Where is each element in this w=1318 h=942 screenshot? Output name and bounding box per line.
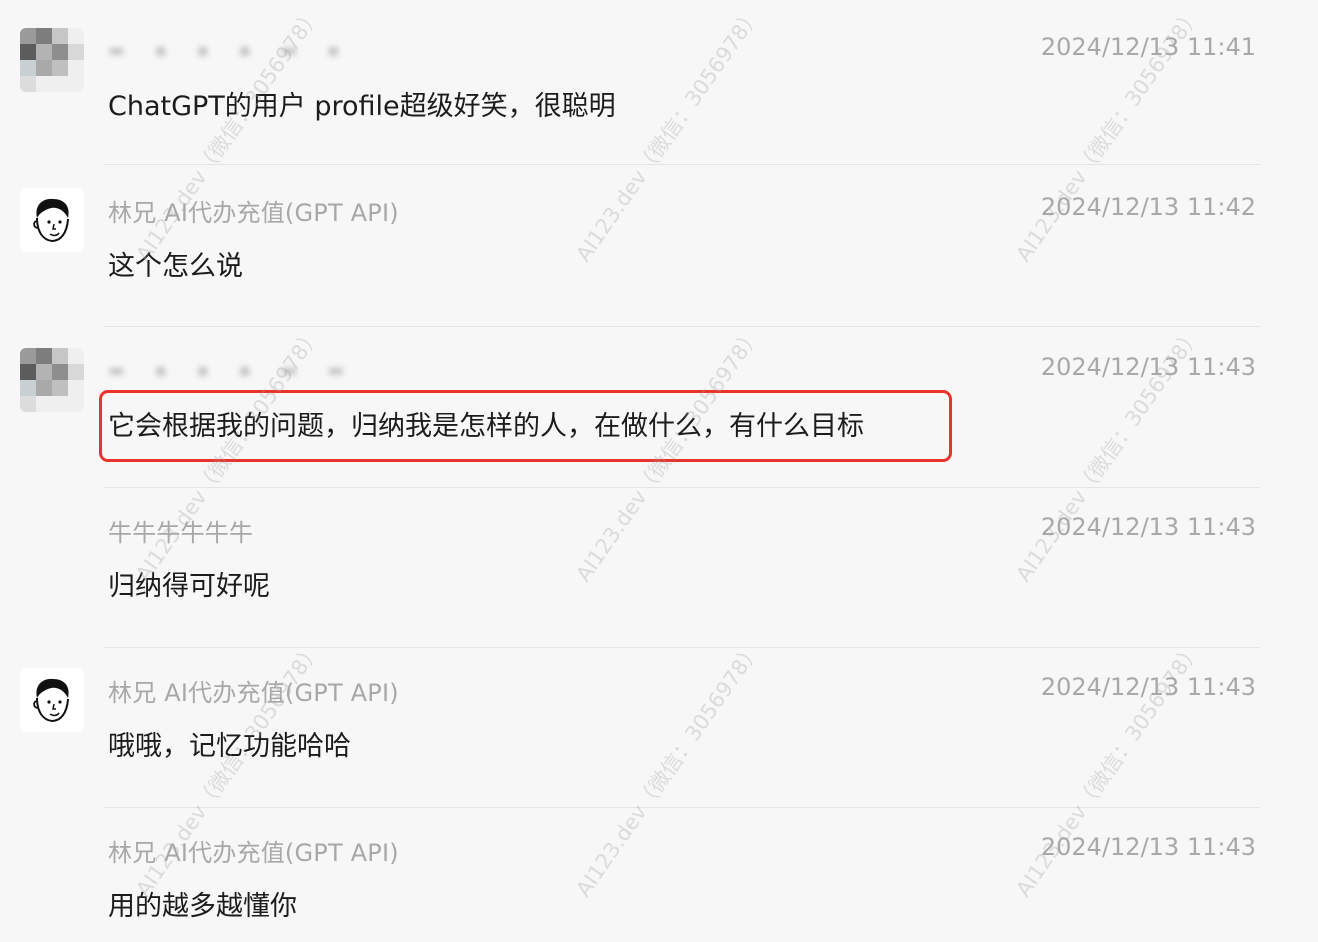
message-text[interactable]: ChatGPT的用户 profile超级好笑，很聪明 [108, 84, 616, 123]
avatar[interactable] [20, 348, 84, 412]
message-text[interactable]: 归纳得可好呢 [108, 564, 270, 603]
avatar[interactable] [20, 668, 84, 732]
sender-name: ▬ ▪ ▪ ▪ ▬ ▪ [108, 40, 352, 61]
chat-history: ▬ ▪ ▪ ▪ ▬ ▪ 2024/12/13 11:41 ChatGPT的用户 … [0, 0, 1318, 942]
cartoon-face-icon [33, 198, 69, 243]
message-text[interactable]: 它会根据我的问题，归纳我是怎样的人，在做什么，有什么目标 [108, 404, 864, 443]
avatar[interactable] [20, 188, 84, 252]
chat-message[interactable]: 牛牛牛牛牛牛 2024/12/13 11:43 归纳得可好呢 [0, 480, 1318, 640]
message-text[interactable]: 哦哦，记忆功能哈哈 [108, 724, 351, 763]
chat-message[interactable]: ▬ ▪ ▪ ▪ ▬ ▬ 2024/12/13 11:43 它会根据我的问题，归纳… [0, 320, 1318, 480]
avatar[interactable] [20, 28, 84, 92]
chat-message[interactable]: 林兄 AI代办充值(GPT API) 2024/12/13 11:42 这个怎么… [0, 160, 1318, 320]
message-text[interactable]: 用的越多越懂你 [108, 884, 297, 923]
chat-message[interactable]: 林兄 AI代办充值(GPT API) 2024/12/13 11:43 哦哦，记… [0, 640, 1318, 800]
sender-name: 林兄 AI代办充值(GPT API) [108, 839, 399, 867]
sender-name: 林兄 AI代办充值(GPT API) [108, 679, 399, 707]
chat-message[interactable]: 林兄 AI代办充值(GPT API) 2024/12/13 11:43 用的越多… [0, 800, 1318, 942]
message-timestamp: 2024/12/13 11:41 [1040, 33, 1256, 61]
message-text[interactable]: 这个怎么说 [108, 244, 243, 283]
message-timestamp: 2024/12/13 11:42 [1040, 193, 1256, 221]
sender-name: ▬ ▪ ▪ ▪ ▬ ▬ [108, 360, 357, 381]
message-timestamp: 2024/12/13 11:43 [1040, 833, 1256, 861]
message-timestamp: 2024/12/13 11:43 [1040, 353, 1256, 381]
sender-name: 牛牛牛牛牛牛 [108, 519, 254, 547]
cartoon-face-icon [33, 678, 69, 723]
chat-message[interactable]: ▬ ▪ ▪ ▪ ▬ ▪ 2024/12/13 11:41 ChatGPT的用户 … [0, 0, 1318, 160]
sender-name: 林兄 AI代办充值(GPT API) [108, 199, 399, 227]
message-timestamp: 2024/12/13 11:43 [1040, 513, 1256, 541]
message-timestamp: 2024/12/13 11:43 [1040, 673, 1256, 701]
